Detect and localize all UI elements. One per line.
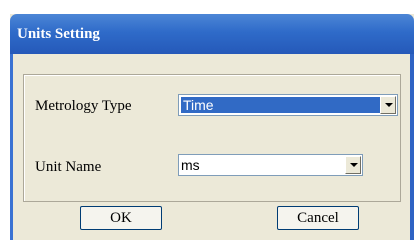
window-frame-left (10, 54, 13, 240)
ok-button[interactable]: OK (80, 206, 162, 230)
unit-name-value: ms (181, 157, 200, 173)
chevron-down-icon[interactable] (380, 96, 396, 114)
metrology-type-value: Time (181, 97, 391, 113)
title-bar[interactable]: Units Setting (10, 14, 414, 54)
window-frame-right (410, 54, 414, 240)
metrology-type-select[interactable]: Time (178, 94, 398, 116)
unit-name-label: Unit Name (35, 159, 102, 175)
unit-name-select[interactable]: ms (178, 154, 363, 176)
dialog-title: Units Setting (17, 26, 100, 42)
units-setting-dialog: Units Setting Metrology Type Time Unit N… (10, 14, 414, 240)
metrology-type-label: Metrology Type (35, 98, 132, 114)
chevron-down-icon[interactable] (345, 156, 361, 174)
cancel-button[interactable]: Cancel (277, 206, 359, 230)
